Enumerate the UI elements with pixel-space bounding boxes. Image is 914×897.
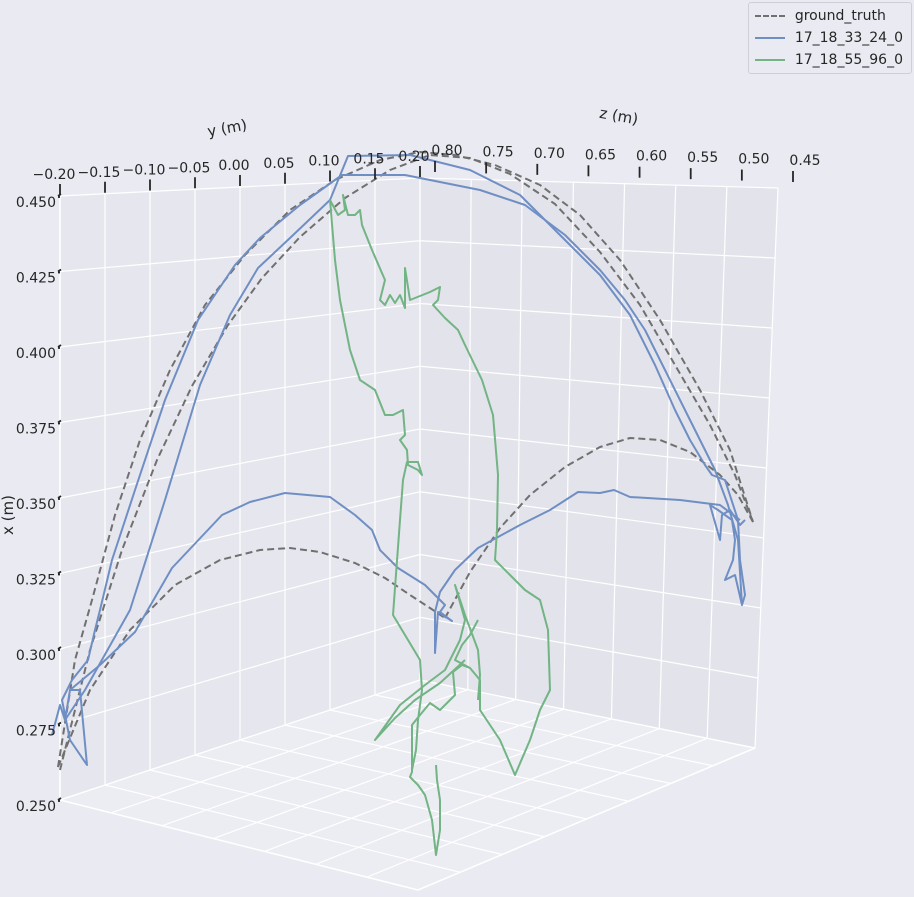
legend-label-ground-truth: ground_truth [794,8,886,24]
y-tick-label: −0.20 [33,167,76,183]
y-axis-label: y (m) [206,116,248,141]
z-tick-label: 0.60 [636,149,667,165]
legend-swatch-ground-truth [754,15,785,17]
x-axis-label: x (m) [0,495,17,535]
x-tick-label: 0.400 [16,346,56,362]
y-tick-label: 0.05 [263,156,294,172]
z-tick-label: 0.50 [738,152,769,168]
x-tick-label: 0.325 [16,573,56,589]
x-axis-ticks: 0.250 0.275 0.300 0.325 0.350 0.375 0.400 0.425… [16,193,62,815]
x-tick-label: 0.425 [16,271,56,287]
z-tick-label: 0.55 [687,150,718,166]
legend-item-ground-truth: ground_truth [754,5,903,27]
z-tick-label: 0.75 [483,144,514,160]
chart-canvas: −0.20 −0.15 −0.10 −0.05 0.00 0.05 0.10 0.15 0.20… [0,104,821,891]
x-tick-label: 0.275 [16,724,56,740]
y-tick-label: −0.15 [78,165,121,181]
x-tick-label: 0.350 [16,497,56,513]
y-tick-label: −0.10 [123,163,166,179]
z-tick-label: 0.80 [431,143,462,159]
legend-item-series-2: 17_18_55_96_0 [754,49,903,71]
x-tick-label: 0.300 [16,648,56,664]
legend: ground_truth 17_18_33_24_0 17_18_55_96_0 [747,2,912,74]
z-tick-label: 0.65 [585,147,616,163]
y-tick-label: 0.10 [308,154,339,170]
legend-swatch-series-1 [754,37,785,39]
z-axis-ticks: 0.80 0.75 0.70 0.65 0.60 0.55 0.50 0.45 [431,143,821,182]
legend-label-series-2: 17_18_55_96_0 [794,52,903,68]
y-tick-label: 0.20 [398,149,429,165]
x-tick-label: 0.250 [16,799,56,815]
legend-label-series-1: 17_18_33_24_0 [794,30,903,46]
z-tick-label: 0.45 [789,153,820,169]
legend-item-series-1: 17_18_33_24_0 [754,27,903,49]
y-tick-label: −0.05 [168,160,211,176]
z-tick-label: 0.70 [534,146,565,162]
y-tick-label: 0.15 [353,151,384,167]
z-axis-label: z (m) [598,104,640,128]
x-tick-label: 0.375 [16,422,56,438]
x-tick-label: 0.450 [16,195,56,211]
y-tick-label: 0.00 [218,158,249,174]
legend-swatch-series-2 [754,59,785,61]
